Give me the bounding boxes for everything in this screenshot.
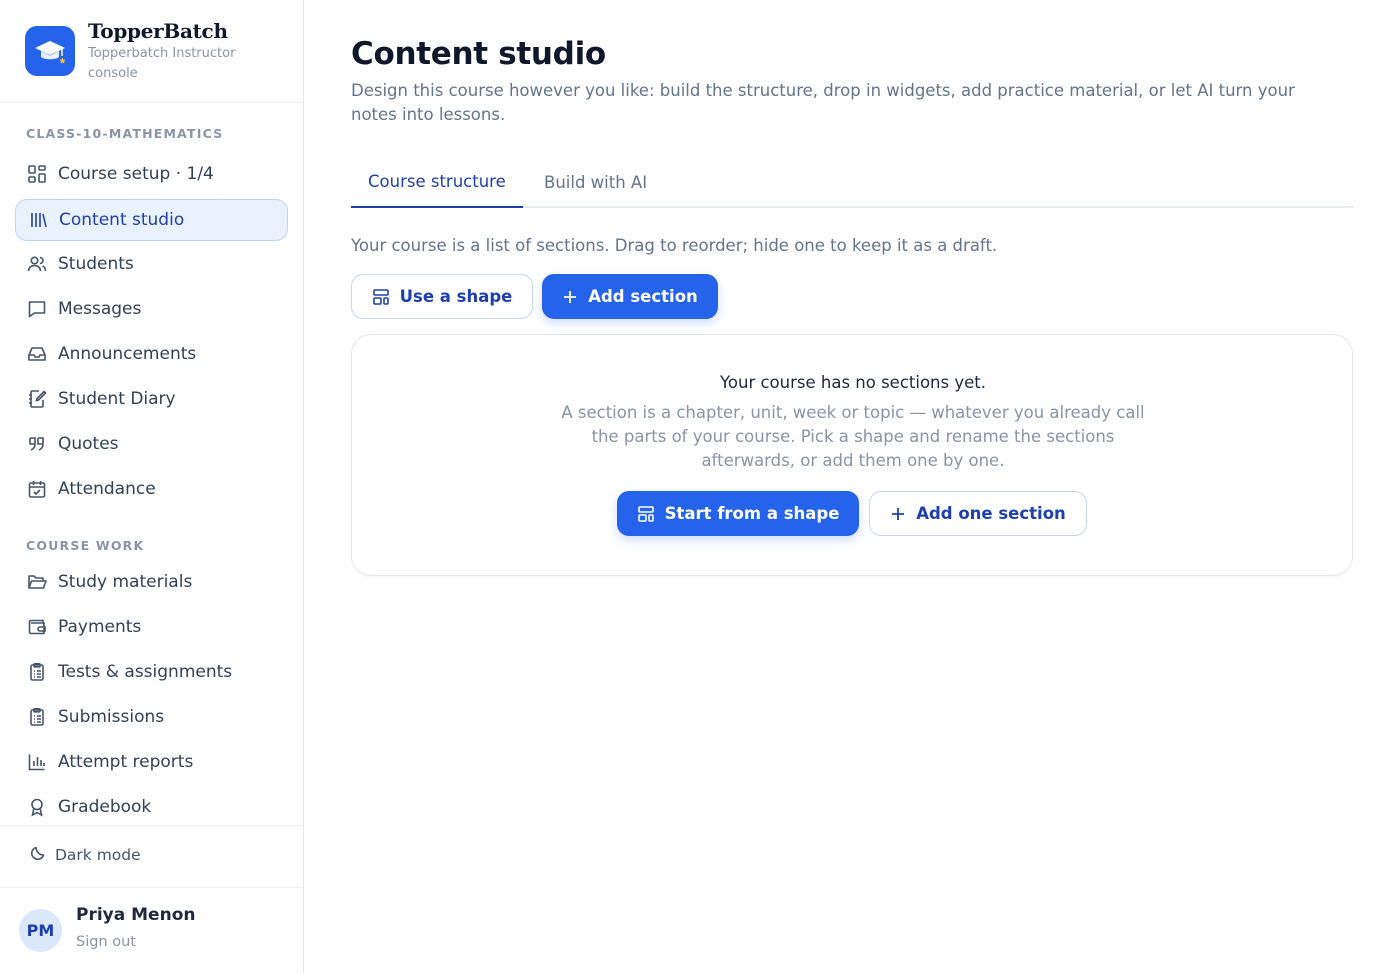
inbox-icon [26,343,48,365]
clipboard-list-icon [26,706,48,728]
user-profile: PM Priya Menon Sign out [0,888,303,973]
empty-state-title: Your course has no sections yet. [720,373,986,392]
sidebar-item-label: Attempt reports [58,752,194,772]
message-icon [26,298,48,320]
plus-icon [562,289,578,305]
users-icon [26,253,48,275]
notebook-pen-icon [26,388,48,410]
bar-chart-icon [26,751,48,773]
layout-template-icon [372,288,390,306]
plus-icon [890,506,906,522]
sign-out-link[interactable]: Sign out [76,934,136,950]
sidebar-item-label: Student Diary [58,389,176,409]
main-content: Content studio Design this course howeve… [304,0,1400,973]
sidebar-item-label: Students [58,254,134,274]
sidebar-item-label: Announcements [58,344,197,364]
add-section-button[interactable]: Add section [542,274,718,319]
sidebar-item-label: Messages [58,299,142,319]
sidebar-item-student-diary[interactable]: Student Diary [15,378,288,420]
dark-mode-toggle[interactable]: Dark mode [15,836,288,874]
grid-icon [26,163,48,185]
sidebar-item-label: Study materials [58,572,193,592]
add-one-section-button[interactable]: Add one section [869,491,1087,536]
sidebar-item-messages[interactable]: Messages [15,288,288,330]
sidebar-item-announcements[interactable]: Announcements [15,333,288,375]
tab-build-with-ai[interactable]: Build with AI [527,157,664,207]
brand-header: TopperBatch Topperbatch Instructor conso… [0,0,303,103]
sidebar-item-label: Quotes [58,434,119,454]
page-description: Design this course however you like: bui… [351,81,1295,124]
avatar: PM [19,909,62,952]
sidebar-item-quotes[interactable]: Quotes [15,423,288,465]
course-work-section-label: COURSE WORK [26,538,145,553]
sidebar-item-study-materials[interactable]: Study materials [15,561,288,603]
dark-mode-label: Dark mode [55,846,141,864]
sidebar-divider [0,825,303,826]
sidebar: TopperBatch Topperbatch Instructor conso… [0,0,304,973]
moon-icon [25,844,47,866]
library-icon [27,209,49,231]
sidebar-item-label: Gradebook [58,797,152,817]
sidebar-item-label: Tests & assignments [58,662,233,682]
add-section-label: Add section [588,287,698,306]
use-shape-button[interactable]: Use a shape [351,274,533,319]
helper-text: Your course is a list of sections. Drag … [351,236,998,255]
folder-open-icon [26,571,48,593]
tab-bar: Course structure Build with AI [351,157,1353,208]
sidebar-item-label: Payments [58,617,142,637]
sidebar-item-students[interactable]: Students [15,243,288,285]
sidebar-item-label: Content studio [59,210,185,230]
calendar-check-icon [26,478,48,500]
empty-state-card: Your course has no sections yet. A secti… [351,334,1353,576]
tab-course-structure[interactable]: Course structure [351,157,523,208]
sidebar-item-attendance[interactable]: Attendance [15,468,288,510]
layout-template-icon [637,505,655,523]
sidebar-item-course-setup[interactable]: Course setup · 1/4 [15,153,288,195]
sidebar-item-payments[interactable]: Payments [15,606,288,648]
empty-state-description: A section is a chapter, unit, week or to… [561,403,1145,470]
add-one-section-label: Add one section [916,504,1066,523]
sidebar-item-label: Attendance [58,479,156,499]
sidebar-item-content-studio[interactable]: Content studio [15,199,288,241]
sidebar-item-submissions[interactable]: Submissions [15,696,288,738]
start-from-shape-label: Start from a shape [664,504,840,523]
graduation-cap-logo [25,26,75,76]
start-from-shape-button[interactable]: Start from a shape [617,491,859,536]
page-title: Content studio [351,36,606,72]
sidebar-item-label: Course setup · 1/4 [58,164,214,184]
wallet-icon [26,616,48,638]
sidebar-item-attempt-reports[interactable]: Attempt reports [15,741,288,783]
clipboard-list-icon [26,661,48,683]
brand-subtitle: Topperbatch Instructor console [88,46,236,81]
award-icon [26,796,48,818]
brand-name: TopperBatch [88,19,228,43]
quote-icon [26,433,48,455]
sidebar-item-tests-assignments[interactable]: Tests & assignments [15,651,288,693]
sidebar-item-gradebook[interactable]: Gradebook [15,786,288,828]
course-section-label: CLASS-10-MATHEMATICS [26,126,224,141]
use-shape-label: Use a shape [399,287,513,306]
sidebar-item-label: Submissions [58,707,165,727]
user-name: Priya Menon [76,905,196,925]
